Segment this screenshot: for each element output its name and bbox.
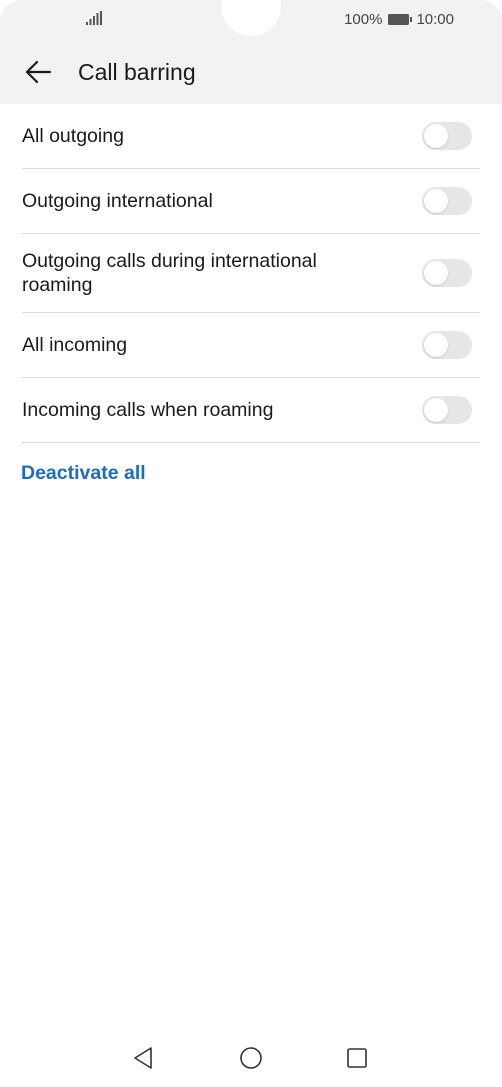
battery-percent: 100% — [344, 10, 383, 28]
camera-notch — [221, 0, 281, 36]
all-outgoing-toggle[interactable] — [422, 122, 472, 150]
all-incoming-toggle[interactable] — [422, 331, 472, 359]
call-barring-screen: 100% 10:00 Call barring All outgoing Out… — [0, 0, 502, 1087]
triangle-back-icon[interactable] — [131, 1046, 155, 1070]
settings-list: All outgoing Outgoing international Outg… — [0, 104, 502, 443]
toolbar: Call barring — [0, 48, 502, 96]
toggle-knob — [424, 124, 448, 148]
status-right: 100% 10:00 — [344, 9, 454, 29]
toggle-knob — [424, 189, 448, 213]
incoming-roaming-toggle[interactable] — [422, 396, 472, 424]
signal-icon — [86, 11, 102, 25]
outgoing-international-toggle[interactable] — [422, 187, 472, 215]
arrow-left-icon — [25, 60, 52, 84]
battery-icon — [388, 13, 413, 25]
setting-label: All incoming — [22, 334, 128, 356]
system-nav-bar — [0, 1030, 502, 1087]
toggle-knob — [424, 261, 448, 285]
toggle-knob — [424, 333, 448, 357]
toggle-knob — [424, 398, 448, 422]
back-button[interactable] — [22, 56, 54, 88]
setting-row-all-outgoing[interactable]: All outgoing — [22, 104, 480, 169]
outgoing-roaming-toggle[interactable] — [422, 259, 472, 287]
setting-label: Outgoing calls during international roam… — [22, 250, 317, 296]
setting-label: Incoming calls when roaming — [22, 399, 274, 421]
setting-row-incoming-roaming[interactable]: Incoming calls when roaming — [22, 378, 480, 443]
status-time: 10:00 — [416, 10, 454, 28]
setting-label: Outgoing international — [22, 190, 213, 212]
setting-row-outgoing-international[interactable]: Outgoing international — [22, 169, 480, 234]
deactivate-all-button[interactable]: Deactivate all — [21, 462, 146, 485]
page-title: Call barring — [78, 59, 196, 85]
setting-label: All outgoing — [22, 125, 124, 147]
app-header-area: 100% 10:00 Call barring — [0, 0, 502, 104]
square-recent-icon[interactable] — [345, 1046, 369, 1070]
setting-row-outgoing-roaming[interactable]: Outgoing calls during international roam… — [22, 234, 480, 313]
setting-row-all-incoming[interactable]: All incoming — [22, 313, 480, 378]
circle-home-icon[interactable] — [239, 1046, 263, 1070]
